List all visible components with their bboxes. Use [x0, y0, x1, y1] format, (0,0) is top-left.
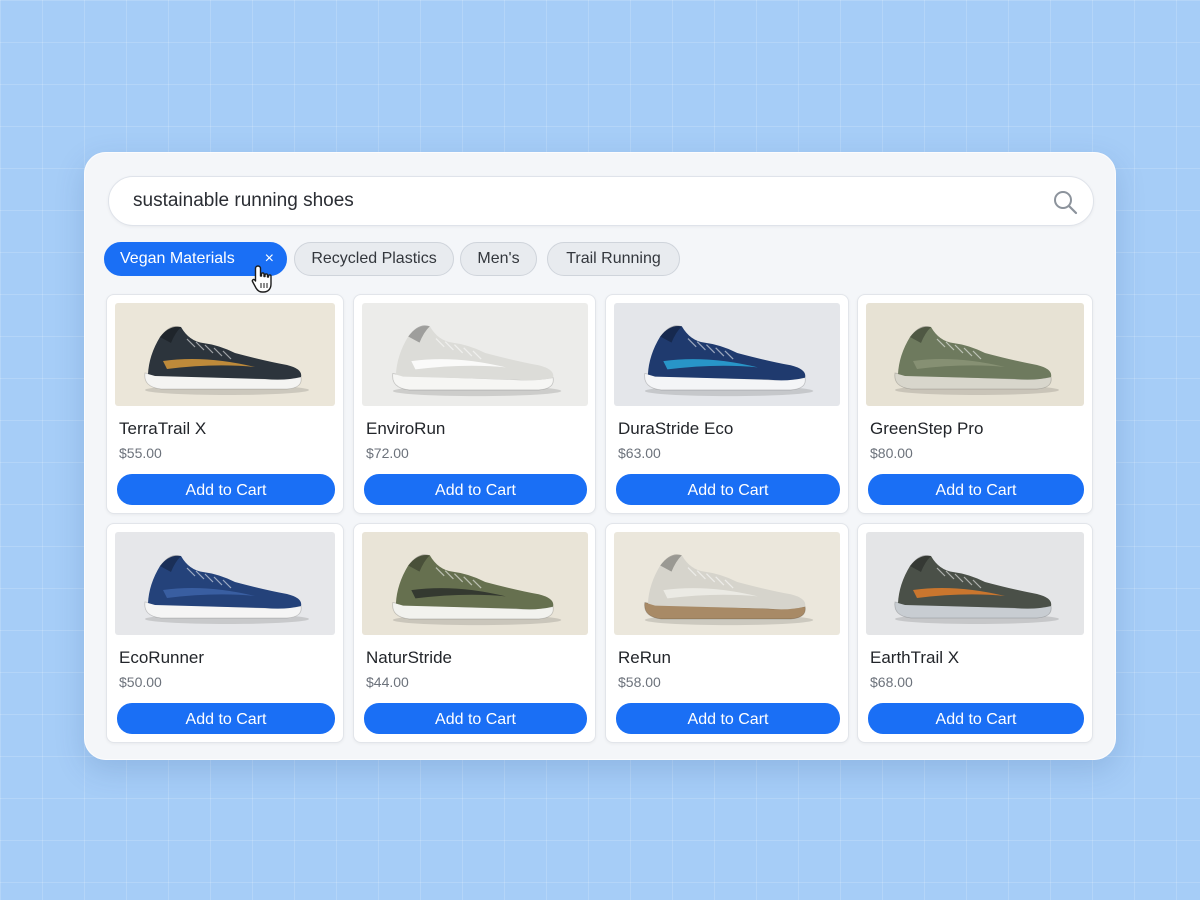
search-bar[interactable]: sustainable running shoes — [108, 176, 1094, 226]
shoe-illustration — [362, 532, 588, 635]
product-price: $55.00 — [119, 445, 162, 461]
shoe-illustration — [614, 532, 840, 635]
product-card[interactable]: DuraStride Eco $63.00 Add to Cart — [605, 294, 849, 514]
product-name[interactable]: NaturStride — [366, 648, 452, 668]
product-price: $58.00 — [618, 674, 661, 690]
product-price: $68.00 — [870, 674, 913, 690]
product-name[interactable]: EarthTrail X — [870, 648, 959, 668]
product-card[interactable]: TerraTrail X $55.00 Add to Cart — [106, 294, 344, 514]
add-to-cart-button[interactable]: Add to Cart — [364, 474, 587, 505]
filter-chip-label: Vegan Materials — [120, 250, 235, 267]
product-card[interactable]: EnviroRun $72.00 Add to Cart — [353, 294, 596, 514]
add-to-cart-button[interactable]: Add to Cart — [117, 703, 335, 734]
shoe-illustration — [614, 303, 840, 406]
product-name[interactable]: DuraStride Eco — [618, 419, 733, 439]
add-to-cart-button[interactable]: Add to Cart — [616, 474, 840, 505]
shoe-illustration — [115, 303, 335, 406]
filter-chip-recycled-plastics[interactable]: Recycled Plastics — [294, 242, 454, 276]
product-name[interactable]: GreenStep Pro — [870, 419, 983, 439]
product-name[interactable]: EcoRunner — [119, 648, 204, 668]
shoe-illustration — [866, 303, 1084, 406]
shoe-illustration — [362, 303, 588, 406]
filter-chip-label: Recycled Plastics — [311, 250, 437, 267]
product-image[interactable] — [614, 532, 840, 635]
product-price: $80.00 — [870, 445, 913, 461]
add-to-cart-button[interactable]: Add to Cart — [364, 703, 587, 734]
add-to-cart-button[interactable]: Add to Cart — [868, 474, 1084, 505]
product-image[interactable] — [866, 532, 1084, 635]
product-price: $44.00 — [366, 674, 409, 690]
filter-chip-trail-running[interactable]: Trail Running — [547, 242, 680, 276]
product-name[interactable]: EnviroRun — [366, 419, 445, 439]
product-card[interactable]: EarthTrail X $68.00 Add to Cart — [857, 523, 1093, 743]
product-image[interactable] — [115, 532, 335, 635]
product-image[interactable] — [362, 303, 588, 406]
shoe-illustration — [115, 532, 335, 635]
product-image[interactable] — [115, 303, 335, 406]
search-results-panel: sustainable running shoes Vegan Material… — [84, 152, 1116, 760]
search-input[interactable]: sustainable running shoes — [133, 177, 354, 225]
hand-pointer-icon — [251, 265, 272, 293]
shoe-illustration — [866, 532, 1084, 635]
product-name[interactable]: ReRun — [618, 648, 671, 668]
filter-chip-label: Men's — [477, 250, 520, 267]
add-to-cart-button[interactable]: Add to Cart — [117, 474, 335, 505]
product-card[interactable]: NaturStride $44.00 Add to Cart — [353, 523, 596, 743]
product-price: $50.00 — [119, 674, 162, 690]
product-image[interactable] — [866, 303, 1084, 406]
product-card[interactable]: ReRun $58.00 Add to Cart — [605, 523, 849, 743]
search-icon[interactable] — [1051, 188, 1079, 216]
add-to-cart-button[interactable]: Add to Cart — [616, 703, 840, 734]
filter-chip-label: Trail Running — [566, 250, 661, 267]
product-name[interactable]: TerraTrail X — [119, 419, 206, 439]
product-card[interactable]: GreenStep Pro $80.00 Add to Cart — [857, 294, 1093, 514]
add-to-cart-button[interactable]: Add to Cart — [868, 703, 1084, 734]
product-card[interactable]: EcoRunner $50.00 Add to Cart — [106, 523, 344, 743]
product-price: $63.00 — [618, 445, 661, 461]
filter-chip-mens[interactable]: Men's — [460, 242, 537, 276]
product-price: $72.00 — [366, 445, 409, 461]
product-image[interactable] — [614, 303, 840, 406]
product-image[interactable] — [362, 532, 588, 635]
